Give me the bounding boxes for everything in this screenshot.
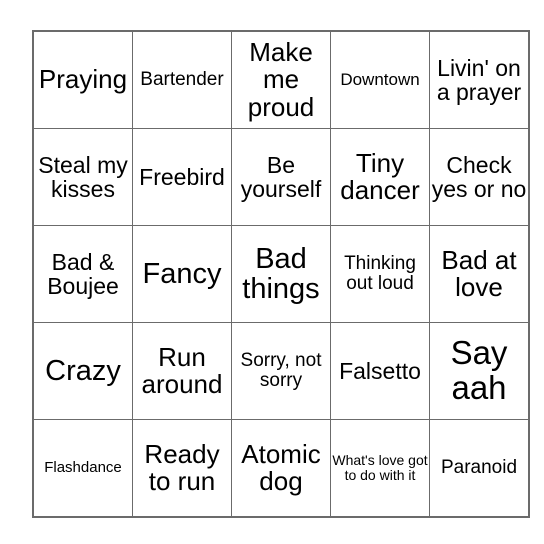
bingo-cell[interactable]: Steal my kisses [32,128,133,226]
bingo-cell[interactable]: Flashdance [32,419,133,518]
bingo-card: Praying Bartender Make me proud Downtown… [32,30,530,518]
bingo-cell[interactable]: Be yourself [231,128,331,226]
bingo-cell-label: Tiny dancer [340,147,420,205]
bingo-cell[interactable]: Downtown [330,30,430,129]
bingo-row: Praying Bartender Make me proud Downtown… [32,30,530,129]
bingo-row: Bad & Boujee Fancy Bad things Thinking o… [32,225,530,323]
bingo-cell[interactable]: Ready to run [132,419,232,518]
bingo-cell-label: Atomic dog [241,438,321,496]
bingo-cell-label: Be yourself [240,151,322,202]
bingo-cell-label: Run around [141,341,223,399]
bingo-cell-label: Falsetto [339,357,421,384]
bingo-cell[interactable]: Freebird [132,128,232,226]
bingo-cell[interactable]: Say aah [429,322,530,420]
bingo-grid: Praying Bartender Make me proud Downtown… [32,30,530,518]
bingo-cell[interactable]: Check yes or no [429,128,530,226]
bingo-cell-label: Crazy [45,354,121,387]
bingo-cell[interactable]: Paranoid [429,419,530,518]
bingo-cell[interactable]: Tiny dancer [330,128,430,226]
bingo-cell-label: Make me proud [247,37,315,122]
bingo-cell-label: Fancy [142,257,222,290]
bingo-cell-label: Flashdance [44,459,122,477]
bingo-cell-label: Bad things [242,242,320,305]
bingo-cell[interactable]: Falsetto [330,322,430,420]
bingo-cell-label: Sorry, not sorry [240,350,322,391]
bingo-cell-label: Downtown [340,70,420,90]
bingo-cell-label: Bad at love [441,244,517,302]
bingo-row: Steal my kisses Freebird Be yourself Tin… [32,128,530,226]
bingo-cell[interactable]: Bad at love [429,225,530,323]
bingo-row: Flashdance Ready to run Atomic dog What'… [32,419,530,518]
bingo-cell[interactable]: What's love got to do with it [330,419,430,518]
bingo-cell-label: Freebird [139,163,225,190]
bingo-cell-label: Say aah [450,334,508,406]
bingo-cell[interactable]: Livin' on a prayer [429,30,530,129]
bingo-cell-label: Check yes or no [431,151,527,202]
bingo-cell[interactable]: Sorry, not sorry [231,322,331,420]
bingo-cell-label: What's love got to do with it [332,452,428,483]
bingo-cell[interactable]: Crazy [32,322,133,420]
bingo-cell-label: Steal my kisses [38,151,128,202]
bingo-cell[interactable]: Praying [32,30,133,129]
bingo-cell[interactable]: Run around [132,322,232,420]
bingo-cell[interactable]: Bad & Boujee [32,225,133,323]
bingo-cell[interactable]: Thinking out loud [330,225,430,323]
bingo-cell-label: Thinking out loud [344,253,416,294]
bingo-cell[interactable]: Atomic dog [231,419,331,518]
bingo-cell-label: Bartender [140,69,224,91]
bingo-cell[interactable]: Fancy [132,225,232,323]
bingo-grid-body: Praying Bartender Make me proud Downtown… [32,30,530,518]
bingo-row: Crazy Run around Sorry, not sorry Falset… [32,322,530,420]
bingo-cell-label: Livin' on a prayer [436,54,522,105]
bingo-cell[interactable]: Bad things [231,225,331,323]
bingo-cell-label: Paranoid [440,457,518,479]
bingo-cell-label: Ready to run [144,438,220,496]
bingo-cell[interactable]: Bartender [132,30,232,129]
bingo-cell-label: Praying [38,64,128,95]
bingo-cell-label: Bad & Boujee [47,248,119,299]
bingo-cell[interactable]: Make me proud [231,30,331,129]
